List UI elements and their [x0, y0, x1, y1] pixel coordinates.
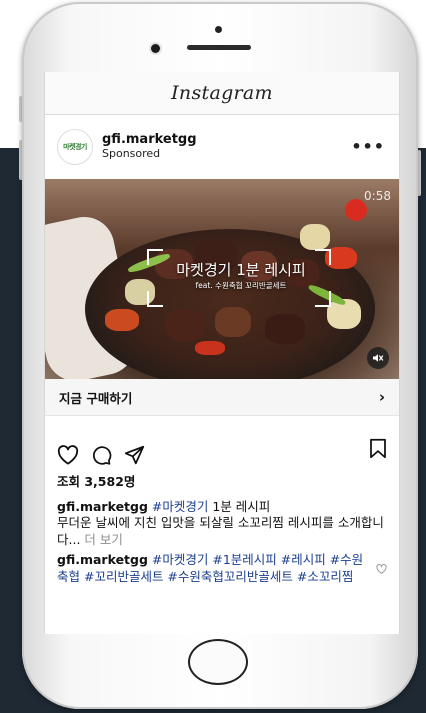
- video-overlay-title: 마켓경기 1분 레시피: [176, 261, 306, 279]
- video-timer: 0:58: [364, 189, 391, 203]
- shop-now-cta[interactable]: 지금 구매하기 ›: [45, 379, 399, 416]
- chevron-right-icon: ›: [378, 388, 385, 406]
- comment: gfi.marketgg #마켓경기 #1분레시피 #레시피 #수원축협 #꼬리…: [57, 552, 387, 585]
- comment-username[interactable]: gfi.marketgg: [57, 552, 148, 567]
- front-camera: [151, 44, 160, 53]
- post-header: 마켓경기 gfi.marketgg Sponsored •••: [45, 115, 399, 179]
- small-heart-icon[interactable]: [376, 562, 387, 579]
- heart-icon[interactable]: [57, 445, 79, 465]
- sensor-dot: [215, 26, 222, 33]
- more-link[interactable]: 더 보기: [84, 532, 122, 547]
- cta-label: 지금 구매하기: [59, 390, 133, 406]
- app-header: Instagram: [45, 72, 399, 115]
- instagram-logo: Instagram: [171, 82, 273, 104]
- caption-title: 1분 레시피: [208, 498, 271, 514]
- home-button[interactable]: [188, 639, 248, 685]
- post-content: 조회 3,582명 gfi.marketgg #마켓경기 1분 레시피 무더운 …: [45, 474, 399, 585]
- comment-icon[interactable]: [91, 445, 112, 466]
- avatar-logo-text: 마켓경기: [63, 143, 87, 151]
- caption-username[interactable]: gfi.marketgg: [57, 499, 148, 514]
- phone-screen: Instagram 마켓경기 gfi.marketgg Sponsored ••…: [44, 72, 400, 634]
- post-user-info: gfi.marketgg Sponsored: [102, 132, 197, 161]
- post-actions: [45, 424, 399, 472]
- more-horizontal-icon[interactable]: •••: [351, 137, 385, 156]
- speaker-muted-icon[interactable]: [367, 347, 389, 369]
- frame-corner-bottom-right: [315, 291, 331, 307]
- caption: gfi.marketgg #마켓경기 1분 레시피 무더운 날씨에 지친 입맛을…: [57, 499, 387, 549]
- sponsored-label: Sponsored: [102, 147, 161, 161]
- share-icon[interactable]: [124, 445, 145, 466]
- avatar[interactable]: 마켓경기: [57, 129, 93, 165]
- video-overlay-subtitle: feat. 수원축협 꼬리반골세트: [195, 281, 287, 290]
- post-video[interactable]: 0:58 마켓경기 1분 레시피 feat. 수원축협 꼬리반골세트: [45, 179, 399, 379]
- username[interactable]: gfi.marketgg: [102, 132, 197, 148]
- caption-hashtag[interactable]: #마켓경기: [152, 499, 208, 514]
- frame-corner-bottom-left: [147, 291, 163, 307]
- view-count: 조회 3,582명: [57, 474, 136, 489]
- earpiece-speaker: [187, 45, 251, 50]
- bookmark-icon[interactable]: [369, 438, 387, 463]
